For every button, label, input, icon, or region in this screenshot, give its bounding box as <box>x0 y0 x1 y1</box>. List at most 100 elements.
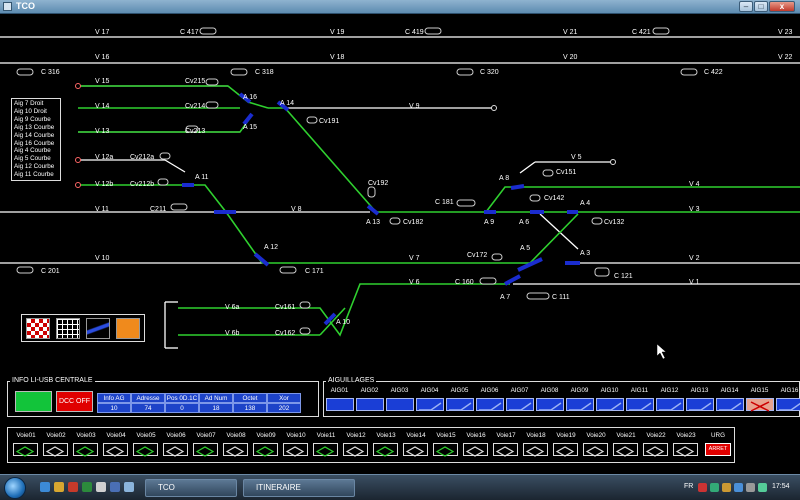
maximize-button[interactable]: □ <box>754 1 768 12</box>
orange-tool-icon[interactable] <box>116 318 140 339</box>
aiguille-label: A 6 <box>519 219 529 226</box>
voie-label: Voie11 <box>316 432 336 439</box>
voie-toggle[interactable] <box>493 443 518 457</box>
track-icon[interactable] <box>86 318 110 339</box>
legend-item: Aig 7 Droit <box>14 100 44 107</box>
info-value: 202 <box>267 403 301 413</box>
voie-toggle[interactable] <box>13 443 38 457</box>
voie-toggle[interactable] <box>403 443 428 457</box>
voie-label: Voie20 <box>586 432 606 439</box>
voie-toggle[interactable] <box>43 443 68 457</box>
voie-toggle[interactable] <box>583 443 608 457</box>
voie-toggle[interactable] <box>193 443 218 457</box>
voie-toggle[interactable] <box>433 443 458 457</box>
aiguillage-toggle[interactable] <box>536 398 564 411</box>
dcc-on-button[interactable] <box>15 391 52 412</box>
info-header: Adresse <box>131 393 165 403</box>
aiguillage-toggle[interactable] <box>776 398 800 411</box>
aiguillage-toggle[interactable] <box>566 398 594 411</box>
info-value: 138 <box>233 403 267 413</box>
folder-icon[interactable] <box>54 482 64 492</box>
voie-toggle[interactable] <box>673 443 698 457</box>
legend-item: Aig 5 Courbe <box>14 155 51 163</box>
voie-label: Voie12 <box>346 432 366 439</box>
voie-label: V 1 <box>689 279 700 286</box>
voie-toggle[interactable] <box>223 443 248 457</box>
clock[interactable]: 17:54 <box>772 483 790 490</box>
voie-label: V 9 <box>409 103 420 110</box>
voie-toggle[interactable] <box>613 443 638 457</box>
aiguillage-toggle[interactable] <box>746 398 774 412</box>
start-button[interactable] <box>4 477 26 499</box>
aiguillage-label: AIG06 <box>480 387 499 394</box>
voie-toggle[interactable] <box>553 443 578 457</box>
voie-label: Voie15 <box>436 432 456 439</box>
tray-icon-3[interactable] <box>722 483 731 492</box>
aiguillage-toggle[interactable] <box>326 398 354 411</box>
voie-toggle[interactable] <box>133 443 158 457</box>
voie-label: Voie05 <box>136 432 156 439</box>
voie-label: V 16 <box>95 54 110 61</box>
voie-label: V 15 <box>95 78 110 85</box>
language-indicator[interactable]: FR <box>684 483 693 490</box>
legend-item: Aig 11 Courbe <box>14 171 54 179</box>
voie-label: V 13 <box>95 128 110 135</box>
close-button[interactable]: x <box>769 1 795 12</box>
task-itineraire[interactable]: ITINERAIRE <box>243 479 355 497</box>
buffer-stops <box>75 83 616 188</box>
explorer-icon[interactable] <box>40 482 50 492</box>
tray-icon-1[interactable] <box>698 483 707 492</box>
signal-label: Cv161 <box>275 304 295 311</box>
tray-icon-2[interactable] <box>710 483 719 492</box>
voie-toggle[interactable] <box>343 443 368 457</box>
task-tco[interactable]: TCO <box>145 479 237 497</box>
signal-label: C 171 <box>305 268 324 275</box>
aiguillage-toggle[interactable] <box>686 398 714 411</box>
voie-toggle[interactable] <box>253 443 278 457</box>
mouse-cursor-icon <box>656 343 667 360</box>
grid-icon[interactable] <box>56 318 80 339</box>
voie-toggle[interactable] <box>103 443 128 457</box>
aiguillage-toggle[interactable] <box>656 398 684 411</box>
network-icon[interactable] <box>758 483 767 492</box>
voie-toggle[interactable] <box>643 443 668 457</box>
voie-label: V 23 <box>778 29 793 36</box>
aiguillage-toggle[interactable] <box>356 398 384 411</box>
checker-icon[interactable] <box>26 318 50 339</box>
app3-quick-icon[interactable] <box>124 482 134 492</box>
aiguillage-toggle[interactable] <box>416 398 444 411</box>
voie-toggle[interactable] <box>373 443 398 457</box>
voie-label: Voie21 <box>616 432 636 439</box>
voie-toggle[interactable] <box>163 443 188 457</box>
aiguillage-toggle[interactable] <box>386 398 414 411</box>
aiguillage-toggle[interactable] <box>446 398 474 411</box>
signal-shapes <box>16 27 698 335</box>
voie-toggle[interactable] <box>283 443 308 457</box>
aiguillage-toggle[interactable] <box>476 398 504 411</box>
minimize-button[interactable]: – <box>739 1 753 12</box>
urg-button[interactable]: ARRET <box>705 443 731 456</box>
voie-state-icon <box>45 446 65 457</box>
voie-toggle[interactable] <box>523 443 548 457</box>
voie-toggle[interactable] <box>463 443 488 457</box>
aiguillage-toggle[interactable] <box>626 398 654 411</box>
tray-icon-4[interactable] <box>734 483 743 492</box>
voie-label: Voie09 <box>256 432 276 439</box>
window-title: TCO <box>16 1 35 11</box>
app2-quick-icon[interactable] <box>110 482 120 492</box>
signal-label: Cv215 <box>185 78 205 85</box>
voie-state-icon <box>675 446 695 457</box>
aiguillage-toggle[interactable] <box>716 398 744 411</box>
browser-icon[interactable] <box>82 482 92 492</box>
voie-toggle[interactable] <box>313 443 338 457</box>
app-quick-icon[interactable] <box>96 482 106 492</box>
dcc-off-button[interactable]: DCC OFF <box>56 391 93 412</box>
aiguillage-toggle[interactable] <box>506 398 534 411</box>
volume-icon[interactable] <box>746 483 755 492</box>
voie-toggle[interactable] <box>73 443 98 457</box>
signal-label: Cv212a <box>130 154 154 161</box>
legend-item: Aig 9 Courbe <box>14 115 51 123</box>
aiguillage-toggle[interactable] <box>596 398 624 411</box>
media-icon[interactable] <box>68 482 78 492</box>
signal-label: C 417 <box>180 29 199 36</box>
